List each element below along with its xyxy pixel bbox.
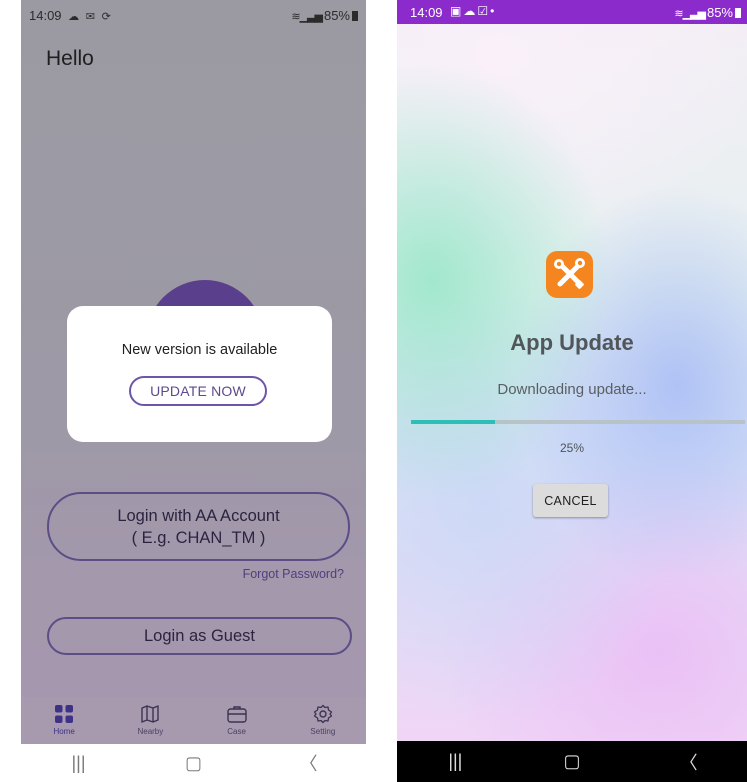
recent-apps-icon[interactable]: ||| (59, 753, 99, 774)
dialog-message: New version is available (121, 342, 278, 358)
battery-percent: 85% (706, 5, 733, 20)
right-phone-screen: 14:09 ▣☁☑• ≋▁▃▅ 85% App Update Downloadin… (397, 0, 747, 782)
greeting-title: Hello (46, 47, 94, 70)
sync-icon: ⟳ (101, 11, 111, 23)
download-status-text: Downloading update... (497, 381, 647, 398)
gear-icon (313, 704, 333, 724)
cancel-button[interactable]: CANCEL (533, 484, 608, 517)
system-nav-bar-left: ||| ▢ 〈 (21, 744, 366, 782)
home-icon[interactable]: ▢ (174, 753, 214, 774)
wifi-signal-icon: ≋▁▃▅ (291, 11, 323, 23)
login-aa-button[interactable]: Login with AA Account ( E.g. CHAN_TM ) (47, 492, 350, 561)
login-screen-dimmed: 14:09 ☁ ✉ ⟳ ≋▁▃▅ 85% Hello Login with AA … (21, 0, 366, 744)
battery-percent: 85% (323, 8, 350, 23)
nav-label-setting: Setting (310, 727, 336, 736)
left-phone-screen: 14:09 ☁ ✉ ⟳ ≋▁▃▅ 85% Hello Login with AA … (21, 0, 366, 782)
cloud-icon: ☁ (68, 11, 80, 23)
system-nav-bar-right: ||| ▢ 〈 (397, 741, 747, 782)
wifi-signal-icon: ≋▁▃▅ (674, 8, 706, 20)
status-bar: 14:09 ▣☁☑• ≋▁▃▅ 85% (397, 0, 747, 24)
battery-icon (735, 8, 741, 18)
status-bar-left: 14:09 ☁ ✉ ⟳ (29, 8, 111, 23)
progress-percent: 25% (559, 441, 585, 455)
recent-apps-icon[interactable]: ||| (435, 751, 475, 772)
map-icon (141, 705, 160, 723)
status-time: 14:09 (29, 8, 62, 23)
nav-label-case: Case (227, 727, 246, 736)
update-now-button[interactable]: UPDATE NOW (129, 376, 267, 406)
back-icon[interactable]: 〈 (669, 749, 709, 775)
forgot-password-link[interactable]: Forgot Password? (243, 567, 344, 581)
grid-icon (55, 705, 74, 723)
status-right: ≋▁▃▅ 85% (674, 5, 741, 20)
update-title: App Update (510, 330, 634, 355)
briefcase-icon (226, 706, 247, 723)
notification-icons: ▣☁☑• (450, 4, 497, 18)
nav-label-home: Home (53, 727, 75, 736)
nav-item-setting[interactable]: Setting (280, 697, 366, 744)
login-aa-label: Login with AA Account (117, 507, 280, 525)
status-time: 14:09 (410, 5, 443, 20)
login-guest-button[interactable]: Login as Guest (47, 617, 352, 655)
login-aa-hint: ( E.g. CHAN_TM ) (131, 529, 266, 547)
battery-icon (352, 11, 358, 21)
bottom-nav: Home Nearby Case Setting (21, 697, 366, 744)
download-progress-fill (411, 420, 495, 424)
mail-icon: ✉ (85, 11, 96, 23)
nav-item-nearby[interactable]: Nearby (107, 697, 193, 744)
home-icon[interactable]: ▢ (552, 751, 592, 772)
status-bar-right: ≋▁▃▅ 85% (291, 8, 358, 23)
tools-icon (546, 251, 593, 298)
back-icon[interactable]: 〈 (289, 750, 329, 776)
download-progress-bar (411, 420, 745, 424)
app-update-screen: 14:09 ▣☁☑• ≋▁▃▅ 85% App Update Downloadin… (397, 0, 747, 741)
update-dialog: New version is available UPDATE NOW (67, 306, 332, 442)
nav-item-home[interactable]: Home (21, 697, 107, 744)
nav-item-case[interactable]: Case (194, 697, 280, 744)
nav-label-nearby: Nearby (137, 727, 164, 736)
